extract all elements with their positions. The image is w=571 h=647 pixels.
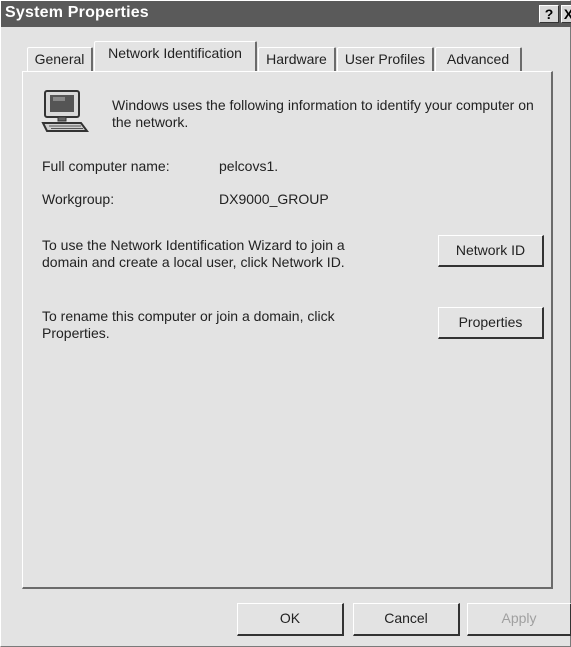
ok-button[interactable]: OK [237, 603, 344, 636]
cancel-button[interactable]: Cancel [353, 603, 460, 636]
tab-hardware[interactable]: Hardware [258, 47, 336, 71]
full-computer-name-label: Full computer name: [42, 158, 170, 174]
apply-button[interactable]: Apply [467, 603, 571, 636]
system-properties-window: System Properties ? X General Network Id… [0, 0, 571, 647]
network-id-instructions: To use the Network Identification Wizard… [42, 237, 345, 270]
close-button[interactable]: X [561, 5, 571, 23]
title-bar[interactable]: System Properties ? X [1, 1, 571, 27]
workgroup-label: Workgroup: [42, 191, 115, 207]
intro-text: Windows uses the following information t… [112, 97, 534, 130]
workgroup-value: DX9000_GROUP [219, 191, 329, 207]
full-computer-name-value: pelcovs1. [219, 158, 279, 174]
tab-advanced[interactable]: Advanced [435, 47, 522, 71]
tab-network-identification[interactable]: Network Identification [94, 41, 257, 71]
rename-instructions: To rename this computer or join a domain… [42, 308, 335, 341]
properties-button[interactable]: Properties [438, 307, 544, 339]
window-title: System Properties [5, 4, 149, 21]
tab-general[interactable]: General [27, 47, 93, 71]
help-button[interactable]: ? [539, 5, 559, 23]
computer-icon [41, 90, 89, 132]
tab-user-profiles[interactable]: User Profiles [337, 47, 434, 71]
network-id-button[interactable]: Network ID [438, 235, 544, 267]
